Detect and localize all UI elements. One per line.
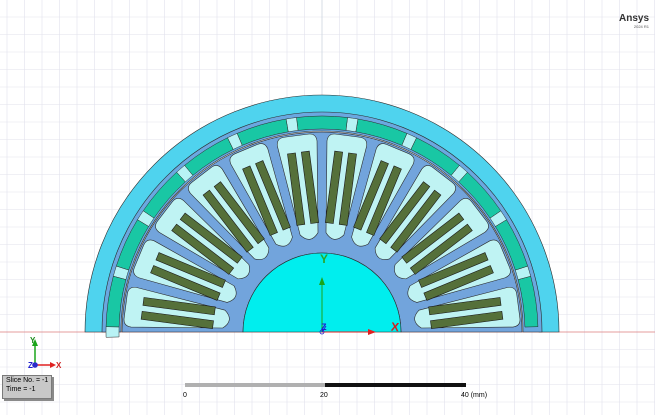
magnet-gap (345, 117, 359, 133)
magnet-gap (105, 326, 120, 338)
scale-bar: 0 20 40 (mm) (183, 383, 487, 399)
triad-y-label: Y (30, 336, 36, 345)
scale-bar-segment-light (185, 383, 325, 387)
brand-logo: Ansys 2024 R1 (618, 13, 649, 30)
time-text: Time = -1 (6, 386, 36, 393)
z-axis-label: Z (321, 322, 327, 332)
model-canvas[interactable]: X Y Z Y X Z 0 20 40 (mm) (0, 0, 655, 415)
scale-tick-20: 20 (320, 392, 328, 399)
triad-z-label: Z (28, 361, 33, 370)
magnet-segment (296, 115, 348, 131)
scale-tick-0: 0 (183, 392, 187, 399)
x-axis-label: X (390, 320, 399, 335)
triad-x-label: X (56, 361, 62, 370)
slice-info-box: Slice No. = -1 Time = -1 (2, 375, 52, 399)
modeler-viewport[interactable]: X Y Z Y X Z 0 20 40 (mm) (0, 0, 655, 415)
scale-bar-segment-dark (325, 383, 466, 387)
brand-name: Ansys (618, 13, 649, 24)
orientation-triad[interactable]: Y X Z (28, 336, 62, 370)
y-axis-label: Y (320, 252, 328, 266)
brand-version: 2024 R1 (633, 24, 649, 29)
triad-z-axis (32, 362, 38, 368)
scale-tick-40: 40 (mm) (461, 392, 487, 399)
slice-number-text: Slice No. = -1 (6, 377, 49, 384)
